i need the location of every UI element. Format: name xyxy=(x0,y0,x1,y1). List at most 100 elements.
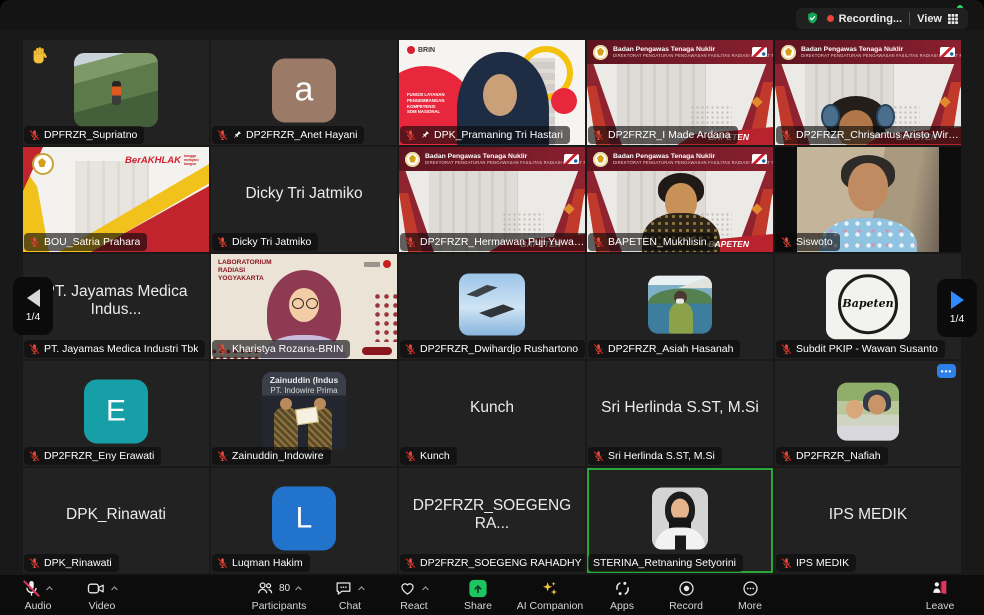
watermark-pill xyxy=(362,347,392,355)
muted-mic-icon xyxy=(29,450,40,462)
apps-icon xyxy=(613,579,632,598)
participant-name: Luqman Hakim xyxy=(232,557,303,569)
participant-tile-sterina-active-speaker[interactable]: STERINA_Retnaning Setyorini xyxy=(587,468,773,573)
participant-tile-kharistya[interactable]: LABORATORIUM RADIASI YOGYAKARTA Kharisty… xyxy=(211,254,397,359)
participant-tile-kunch[interactable]: Kunch Kunch xyxy=(399,361,585,466)
participant-tile-mukhlisin[interactable]: Badan Pengawas Tenaga Nuklir DIREKTORAT … xyxy=(587,147,773,252)
participant-tile-supriatno[interactable]: DPFRZR_Supriatno xyxy=(23,40,209,145)
chat-button[interactable]: Chat xyxy=(318,579,382,612)
participant-tile-dwihardjo[interactable]: DP2FRZR_Dwihardjo Rushartono xyxy=(399,254,585,359)
ai-companion-button[interactable]: AI Companion xyxy=(510,579,590,612)
avatar: Zainuddin (Indus PT. Indowire Prima xyxy=(262,371,346,449)
participant-tile-nafiah[interactable]: ••• DP2FRZR_Nafiah xyxy=(775,361,961,466)
recording-indicator[interactable]: Recording... xyxy=(827,13,903,25)
header-band: Badan Pengawas Tenaga Nuklir DIREKTORAT … xyxy=(399,147,585,171)
participant-tile-dicky[interactable]: Dicky Tri Jatmiko Dicky Tri Jatmiko xyxy=(211,147,397,252)
audio-button[interactable]: Audio xyxy=(6,579,70,612)
muted-mic-icon xyxy=(781,129,792,141)
encryption-shield-icon[interactable] xyxy=(805,11,820,26)
recording-dot-icon xyxy=(827,15,834,22)
record-button[interactable]: Record xyxy=(654,579,718,612)
top-status-cluster: Recording... View xyxy=(796,8,968,29)
name-label: Luqman Hakim xyxy=(212,554,310,572)
react-button[interactable]: React xyxy=(382,579,446,612)
avatar-overlay-text: PT. Indowire Prima xyxy=(262,385,346,394)
audio-options-caret[interactable] xyxy=(45,584,54,593)
avatar-initial: a xyxy=(272,58,336,122)
avatar xyxy=(74,53,158,127)
band-title: Badan Pengawas Tenaga Nuklir xyxy=(425,153,559,160)
gallery-prev-page-button[interactable]: 1/4 xyxy=(13,277,53,335)
person-face xyxy=(483,74,517,116)
muted-mic-icon xyxy=(217,129,228,141)
name-label: Kharistya Rozana-BRIN xyxy=(212,340,350,358)
participant-tile-eny[interactable]: E DP2FRZR_Eny Erawati xyxy=(23,361,209,466)
participants-options-caret[interactable] xyxy=(294,584,303,593)
participant-tile-sri-herlinda[interactable]: Sri Herlinda S.ST, M.Si Sri Herlinda S.S… xyxy=(587,361,773,466)
chat-bubble-icon xyxy=(334,579,353,598)
divider xyxy=(909,12,910,25)
share-screen-icon xyxy=(468,579,488,598)
participants-button[interactable]: 80 Participants xyxy=(240,579,318,612)
avatar-overlay-text: Zainuddin (Indus xyxy=(262,374,346,384)
participant-name: DP2FRZR_Asiah Hasanah xyxy=(608,343,733,355)
participant-tile-ips-medik[interactable]: IPS MEDIK IPS MEDIK xyxy=(775,468,961,573)
band-subtitle: DIREKTORAT PENGATURAN PENGAWASAN FASILIT… xyxy=(425,160,559,165)
participant-tile-pramaning[interactable]: FUNGSI LAYANAN PENGEMBANGAN KOMPETENSI S… xyxy=(399,40,585,145)
participant-tile-zainuddin[interactable]: Zainuddin (Indus PT. Indowire Prima Zain… xyxy=(211,361,397,466)
muted-mic-icon xyxy=(217,557,228,569)
page-indicator: 1/4 xyxy=(950,313,965,325)
name-label: Zainuddin_Indowire xyxy=(212,447,331,465)
mic-muted-icon xyxy=(22,579,41,598)
participant-tile-wawan[interactable]: Bapeten Subdit PKIP - Wawan Susanto xyxy=(775,254,961,359)
participant-name: DP2FRZR_Chrisantus Aristo Wirawan Dwi... xyxy=(796,129,961,141)
participant-tile-luqman[interactable]: L Luqman Hakim xyxy=(211,468,397,573)
gallery-next-page-button[interactable]: 1/4 xyxy=(937,279,977,337)
apps-button[interactable]: Apps xyxy=(590,579,654,612)
garuda-emblem-icon xyxy=(781,45,796,60)
band-subtitle: DIREKTORAT PENGATURAN PENGAWASAN FASILIT… xyxy=(801,53,935,58)
muted-mic-icon xyxy=(781,236,792,248)
bapeten-logo-text: Bapeten xyxy=(842,297,893,310)
participant-name: DP2FRZR_Eny Erawati xyxy=(44,450,154,462)
video-options-caret[interactable] xyxy=(110,584,119,593)
name-label: DP2FRZR_Nafiah xyxy=(776,447,888,465)
toolbar-left-group: Audio Video xyxy=(6,579,134,612)
view-label: View xyxy=(917,13,942,25)
ellipsis-icon xyxy=(741,579,760,598)
band-subtitle: DIREKTORAT PENGATURAN PENGAWASAN FASILIT… xyxy=(613,53,747,58)
avatar-initial: L xyxy=(272,486,336,550)
participant-tile-i-made-ardana[interactable]: Badan Pengawas Tenaga Nuklir DIREKTORAT … xyxy=(587,40,773,145)
share-button[interactable]: Share xyxy=(446,579,510,612)
participant-tile-asiah[interactable]: DP2FRZR_Asiah Hasanah xyxy=(587,254,773,359)
chevron-left-icon xyxy=(27,289,40,307)
participant-tile-hermawan[interactable]: Badan Pengawas Tenaga Nuklir DIREKTORAT … xyxy=(399,147,585,252)
participant-tile-siswoto[interactable]: Siswoto xyxy=(775,147,961,252)
participant-tile-soegeng[interactable]: DP2FRZR_SOEGENG RA... DP2FRZR_SOEGENG RA… xyxy=(399,468,585,573)
react-options-caret[interactable] xyxy=(421,584,430,593)
muted-mic-icon xyxy=(593,236,604,248)
leave-label: Leave xyxy=(926,600,955,612)
video-button[interactable]: Video xyxy=(70,579,134,612)
view-button[interactable]: View xyxy=(917,13,959,25)
participant-tile-anet-hayani[interactable]: a DP2FRZR_Anet Hayani xyxy=(211,40,397,145)
participant-name: Dicky Tri Jatmiko xyxy=(232,236,311,248)
participant-tile-chrisantus[interactable]: Badan Pengawas Tenaga Nuklir DIREKTORAT … xyxy=(775,40,961,145)
leave-button[interactable]: Leave xyxy=(908,575,972,615)
more-button[interactable]: More xyxy=(718,579,782,612)
logo-bar xyxy=(364,262,380,267)
participant-tile-rinawati[interactable]: DPK_Rinawati DPK_Rinawati xyxy=(23,468,209,573)
name-label: PT. Jayamas Medica Industri Tbk xyxy=(24,340,205,358)
tile-options-button[interactable]: ••• xyxy=(937,364,956,378)
muted-mic-icon xyxy=(405,450,416,462)
participants-count: 80 xyxy=(279,583,290,594)
chevron-right-icon xyxy=(951,291,964,309)
participant-name: DP2FRZR_Nafiah xyxy=(796,450,881,462)
partner-logo xyxy=(940,47,955,57)
name-label: DP2FRZR_Chrisantus Aristo Wirawan Dwi... xyxy=(776,126,961,144)
participant-tile-satria-prahara[interactable]: BerAKHLAK bangga melayani bangsa BOU_Sat… xyxy=(23,147,209,252)
display-name: IPS MEDIK xyxy=(775,468,961,561)
participant-name: DP2FRZR_Anet Hayani xyxy=(246,129,357,141)
chat-options-caret[interactable] xyxy=(357,584,366,593)
deco-dot xyxy=(551,88,577,114)
